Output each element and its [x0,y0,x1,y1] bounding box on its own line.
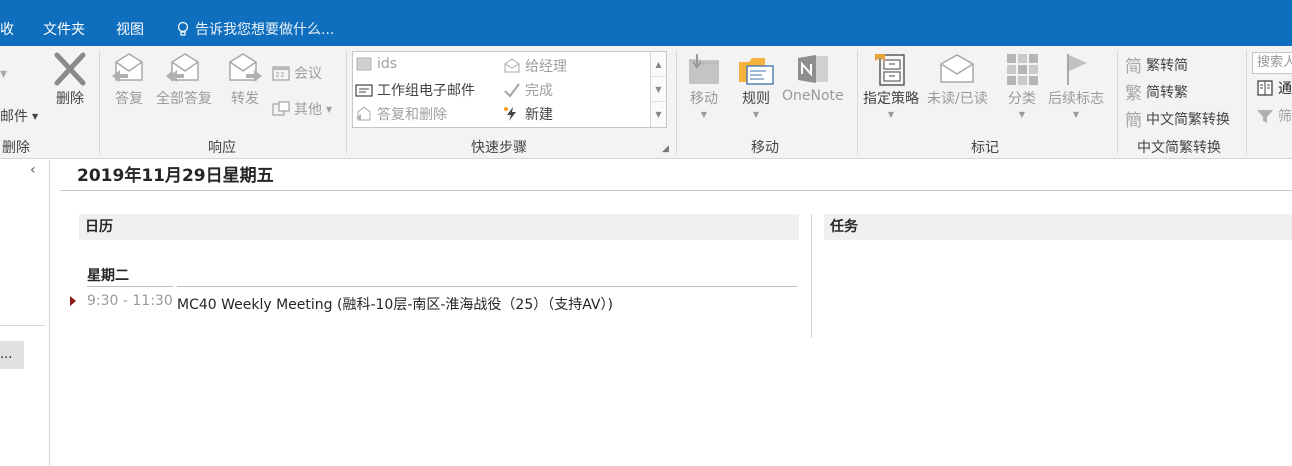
collapse-pane-icon[interactable]: ‹ [30,162,36,178]
reply-all-icon [166,53,199,82]
group-label-chinese: 中文简繁转换 [1137,140,1221,156]
t2s-icon: 简 [1125,57,1142,77]
filter-email-button[interactable]: 筛 [1256,106,1292,126]
quick-steps-gallery: ids 给经理 工作组电子邮件 完成 答复和删除 新建 ▲ ▼ ▼ [352,51,667,128]
quick-step-ids[interactable]: ids [355,56,397,72]
convert-icon: 簡 [1125,111,1142,131]
group-separator [1117,50,1118,154]
more-respond-button[interactable]: 其他 ▼ [272,99,332,119]
group-label-move: 移动 [751,140,779,156]
move-icon [689,54,719,84]
reply-button[interactable]: 答复 [110,52,148,108]
chinese-convert-button[interactable]: 簡 中文简繁转换 [1125,106,1230,131]
title-divider [60,190,1292,191]
tasks-header: 任务 [824,214,1292,240]
envelope-icon [504,58,520,73]
tell-me-text: 告诉我您想要做什么... [195,22,335,38]
quick-step-to-manager[interactable]: 给经理 [503,56,567,76]
chevron-down-icon: ▼ [752,110,760,119]
chevron-down-icon: ▼ [1072,110,1080,119]
tab-receive[interactable]: 收 [0,19,14,39]
folder-pane-button[interactable]: ... [0,341,24,369]
rules-button[interactable]: 规则 ▼ [737,52,775,119]
tab-folder[interactable]: 文件夹 [43,19,85,39]
search-people-input[interactable]: 搜索人 [1252,52,1292,74]
categorize-button[interactable]: 分类 ▼ [1005,52,1039,119]
group-separator [346,50,347,154]
section-divider [811,214,812,338]
group-separator [676,50,677,154]
day-divider [177,286,797,287]
follow-up-button[interactable]: 后续标志 ▼ [1048,52,1104,119]
delete-icon [54,52,86,86]
chevron-down-icon: ▼ [326,104,333,114]
group-label-quick-steps: 快速步骤 [471,140,527,156]
folder-pane: ‹ ... [0,160,50,466]
team-email-icon [355,84,373,97]
quick-step-reply-delete[interactable]: 答复和删除 [355,104,447,124]
checkmark-icon [504,83,520,98]
gallery-expand-icon[interactable]: ▼ [651,102,666,127]
categorize-icon [1007,54,1038,85]
onenote-icon [797,55,828,83]
chevron-down-icon: ▾ [0,66,8,82]
reply-icon [112,53,143,82]
dialog-launcher-icon[interactable]: ◢ [662,144,669,154]
event-subject[interactable]: MC40 Weekly Meeting (融科-10层-南区-淮海战役（25）（… [177,294,613,314]
lightning-icon [504,107,516,121]
simp-to-trad-button[interactable]: 繁 简转繁 [1125,79,1188,104]
quick-step-done[interactable]: 完成 [503,80,553,100]
reply-all-button[interactable]: 全部答复 [156,52,212,108]
group-label-delete: 删除 [2,140,30,156]
event-marker-icon [70,296,76,306]
pane-divider [0,325,45,326]
page-title: 2019年11月29日星期五 [77,166,274,186]
more-icon [272,101,290,116]
calendar-header: 日历 [79,214,799,240]
address-book-icon [1257,80,1273,96]
s2t-icon: 繁 [1125,84,1142,104]
filter-icon [1257,110,1273,123]
chevron-down-icon: ▼ [700,110,708,119]
group-separator [857,50,858,154]
policy-icon [875,54,905,86]
gallery-scrollbar[interactable]: ▲ ▼ ▼ [650,52,666,127]
forward-icon [229,53,262,82]
tab-view[interactable]: 视图 [116,19,144,39]
trad-to-simp-button[interactable]: 简 繁转简 [1125,52,1188,77]
lightbulb-icon [177,21,189,36]
junk-mail-button[interactable]: 邮件 ▼ [0,106,38,126]
day-label: 星期二 [87,268,129,284]
rules-icon [739,58,774,85]
group-label-respond: 响应 [208,140,236,156]
quick-step-new[interactable]: 新建 [503,104,553,124]
scroll-down-icon[interactable]: ▼ [651,77,666,102]
unread-icon [940,54,975,83]
move-button[interactable]: 移动 ▼ [685,52,723,119]
chevron-down-icon: ▼ [887,110,895,119]
assign-policy-button[interactable]: 指定策略 ▼ [863,52,919,119]
meeting-icon [272,66,290,81]
delete-button[interactable]: 删除 [52,52,88,108]
reply-delete-icon [356,106,371,121]
quick-step-team-email[interactable]: 工作组电子邮件 [355,80,475,100]
forward-button[interactable]: 转发 [226,52,264,108]
tell-me-box[interactable]: 告诉我您想要做什么... [176,19,334,39]
quick-step-icon [356,57,372,71]
chevron-down-icon: ▼ [32,111,39,121]
meeting-button[interactable]: 会议 [272,63,322,83]
ribbon: 邮件 ▼ ▾ 删除 删除 答复 全部答复 转发 会议 其他 ▼ 响应 ids 给经理 [0,46,1292,159]
scroll-up-icon[interactable]: ▲ [651,52,666,77]
group-separator [99,50,100,154]
chevron-down-icon: ▼ [1018,110,1026,119]
group-separator [1246,50,1247,154]
event-time: 9:30 - 11:30 [87,293,173,309]
onenote-button[interactable]: OneNote [782,52,844,104]
menu-bar: 收 文件夹 视图 告诉我您想要做什么... [0,0,1292,46]
group-label-tags: 标记 [971,140,999,156]
unread-read-button[interactable]: 未读/已读 [927,52,988,108]
address-book-button[interactable]: 通 [1256,78,1292,98]
flag-icon [1067,54,1087,85]
day-divider [87,286,173,287]
